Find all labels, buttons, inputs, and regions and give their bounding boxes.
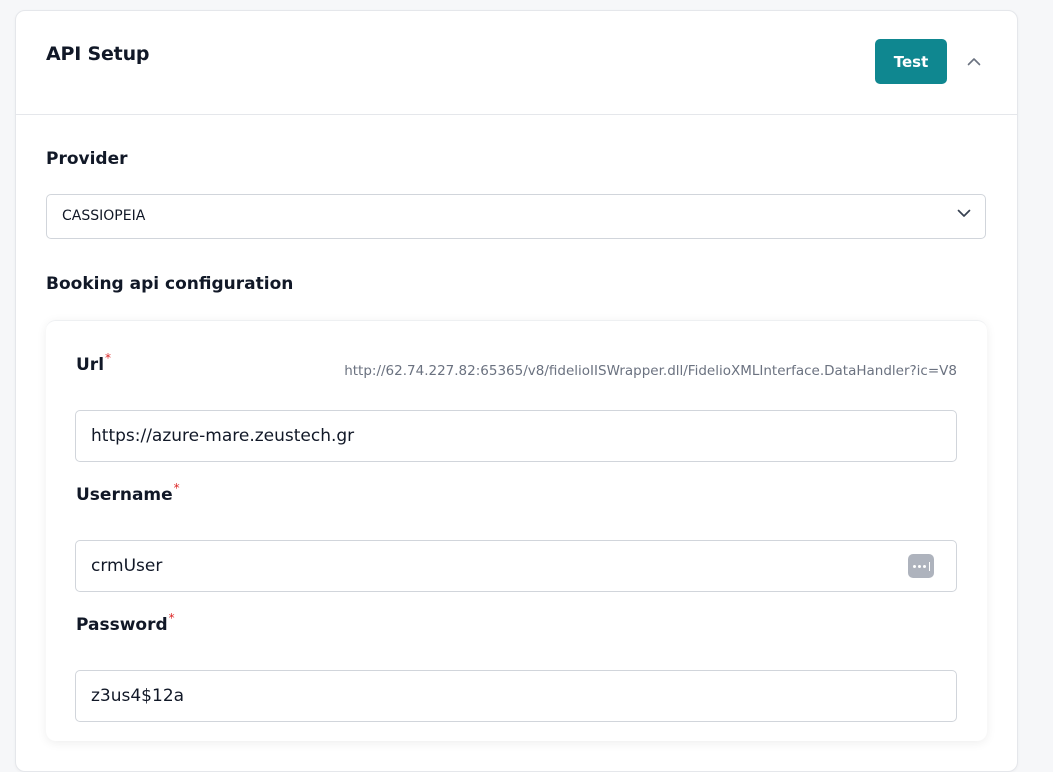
password-input-value: z3us4$12a	[91, 686, 185, 706]
url-input-value: https://azure-mare.zeustech.gr	[91, 426, 355, 446]
username-label: Username*	[76, 481, 180, 505]
provider-label: Provider	[46, 149, 128, 169]
password-input[interactable]: z3us4$12a	[75, 670, 957, 722]
test-button[interactable]: Test	[875, 39, 947, 84]
url-label-text: Url	[76, 355, 105, 375]
provider-select[interactable]: CASSIOPEIA	[46, 194, 986, 239]
provider-selected-value: CASSIOPEIA	[62, 208, 146, 224]
url-input[interactable]: https://azure-mare.zeustech.gr	[75, 410, 957, 462]
username-label-text: Username	[76, 485, 173, 505]
password-manager-icon[interactable]	[908, 554, 934, 578]
collapse-button[interactable]	[960, 49, 988, 73]
card-header: API Setup Test	[16, 11, 1017, 115]
chevron-up-icon	[967, 57, 981, 65]
required-marker: *	[105, 351, 112, 365]
url-label: Url*	[76, 351, 111, 375]
required-marker: *	[168, 611, 175, 625]
username-input-value: crmUser	[91, 556, 163, 576]
chevron-down-icon	[957, 209, 971, 217]
username-input[interactable]: crmUser	[75, 540, 957, 592]
required-marker: *	[173, 481, 180, 495]
password-label: Password*	[76, 611, 175, 635]
api-setup-card: API Setup Test Provider CASSIOPEIA Booki…	[15, 10, 1018, 772]
page-title: API Setup	[46, 43, 150, 65]
booking-section-title: Booking api configuration	[46, 274, 294, 294]
url-hint: http://62.74.227.82:65365/v8/fidelioIISW…	[344, 363, 957, 379]
booking-config-card: Url* http://62.74.227.82:65365/v8/fideli…	[46, 320, 987, 741]
password-label-text: Password	[76, 615, 168, 635]
